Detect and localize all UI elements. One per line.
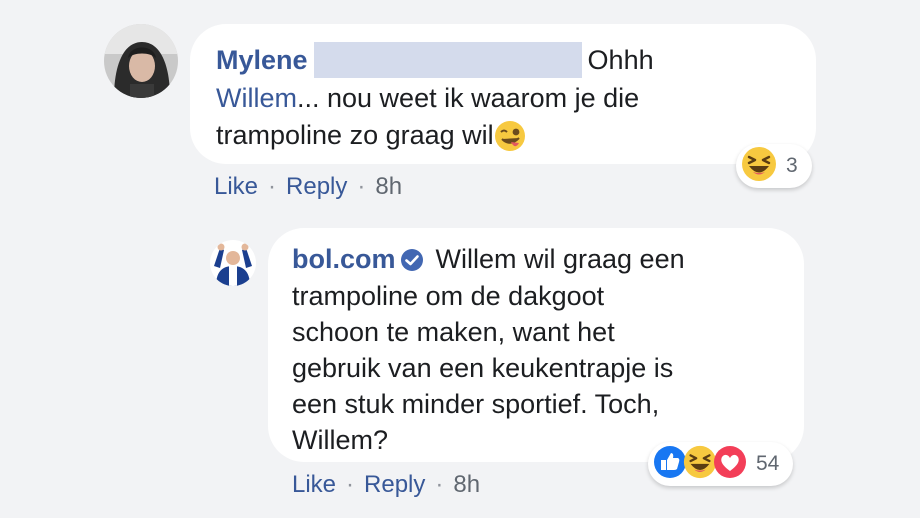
comment-actions-comment1: Like · Reply · 8h (214, 173, 402, 201)
profile-photo-bolcom (210, 240, 256, 286)
reply-line-1: bol.com Willem wil graag een (292, 241, 685, 281)
avatar-bolcom[interactable] (210, 240, 256, 286)
reply-text: schoon te maken, want het (292, 317, 615, 347)
separator-dot: · (435, 471, 444, 498)
comment-bubble-mylene: Mylene Ohhh Willem... nou weet ik waarom … (190, 24, 816, 164)
comment-line-2: Willem... nou weet ik waarom je die (216, 80, 639, 116)
winking-face-tongue-icon (494, 120, 526, 161)
haha-reaction-icon (740, 145, 778, 188)
verified-badge-icon (400, 245, 424, 281)
reaction-summary-comment1[interactable]: 3 (736, 144, 812, 188)
reply-author-name[interactable]: bol.com (292, 244, 396, 274)
like-link[interactable]: Like (214, 173, 258, 201)
timestamp[interactable]: 8h (375, 173, 402, 201)
redacted-surname (313, 42, 582, 78)
comment-line-1: Mylene Ohhh (216, 42, 654, 78)
like-link[interactable]: Like (292, 471, 336, 499)
reaction-summary-reply1[interactable]: 54 (648, 442, 794, 486)
reaction-count: 3 (786, 154, 798, 177)
avatar-mylene[interactable] (104, 24, 178, 98)
comment-text: trampoline zo graag wil (216, 120, 494, 150)
reply-bubble-bolcom: bol.com Willem wil graag een trampoline … (268, 228, 804, 462)
love-reaction-icon (712, 444, 748, 485)
reply-link[interactable]: Reply (286, 173, 347, 201)
separator-dot: · (346, 471, 355, 498)
comment-line-3: trampoline zo graag wil (216, 117, 526, 161)
mention-link[interactable]: Willem (216, 83, 297, 113)
reaction-count: 54 (756, 452, 780, 475)
comment-text: Ohhh (587, 45, 654, 75)
comment-author-name[interactable]: Mylene (216, 45, 308, 75)
separator-dot: · (268, 173, 277, 200)
reply-text: trampoline om de dakgoot (292, 281, 605, 311)
reply-text: een stuk minder sportief. Toch, (292, 389, 660, 419)
separator-dot: · (357, 173, 366, 200)
reply-text: gebruik van een keukentrapje is (292, 353, 674, 383)
comment-text: ... nou weet ik waarom je die (297, 83, 640, 113)
timestamp[interactable]: 8h (453, 471, 480, 499)
profile-photo-mylene (104, 24, 178, 98)
comment-actions-reply1: Like · Reply · 8h (292, 471, 480, 499)
reply-text: Willem? (292, 425, 389, 455)
reply-text: Willem wil graag een (435, 244, 685, 274)
reply-link[interactable]: Reply (364, 471, 425, 499)
